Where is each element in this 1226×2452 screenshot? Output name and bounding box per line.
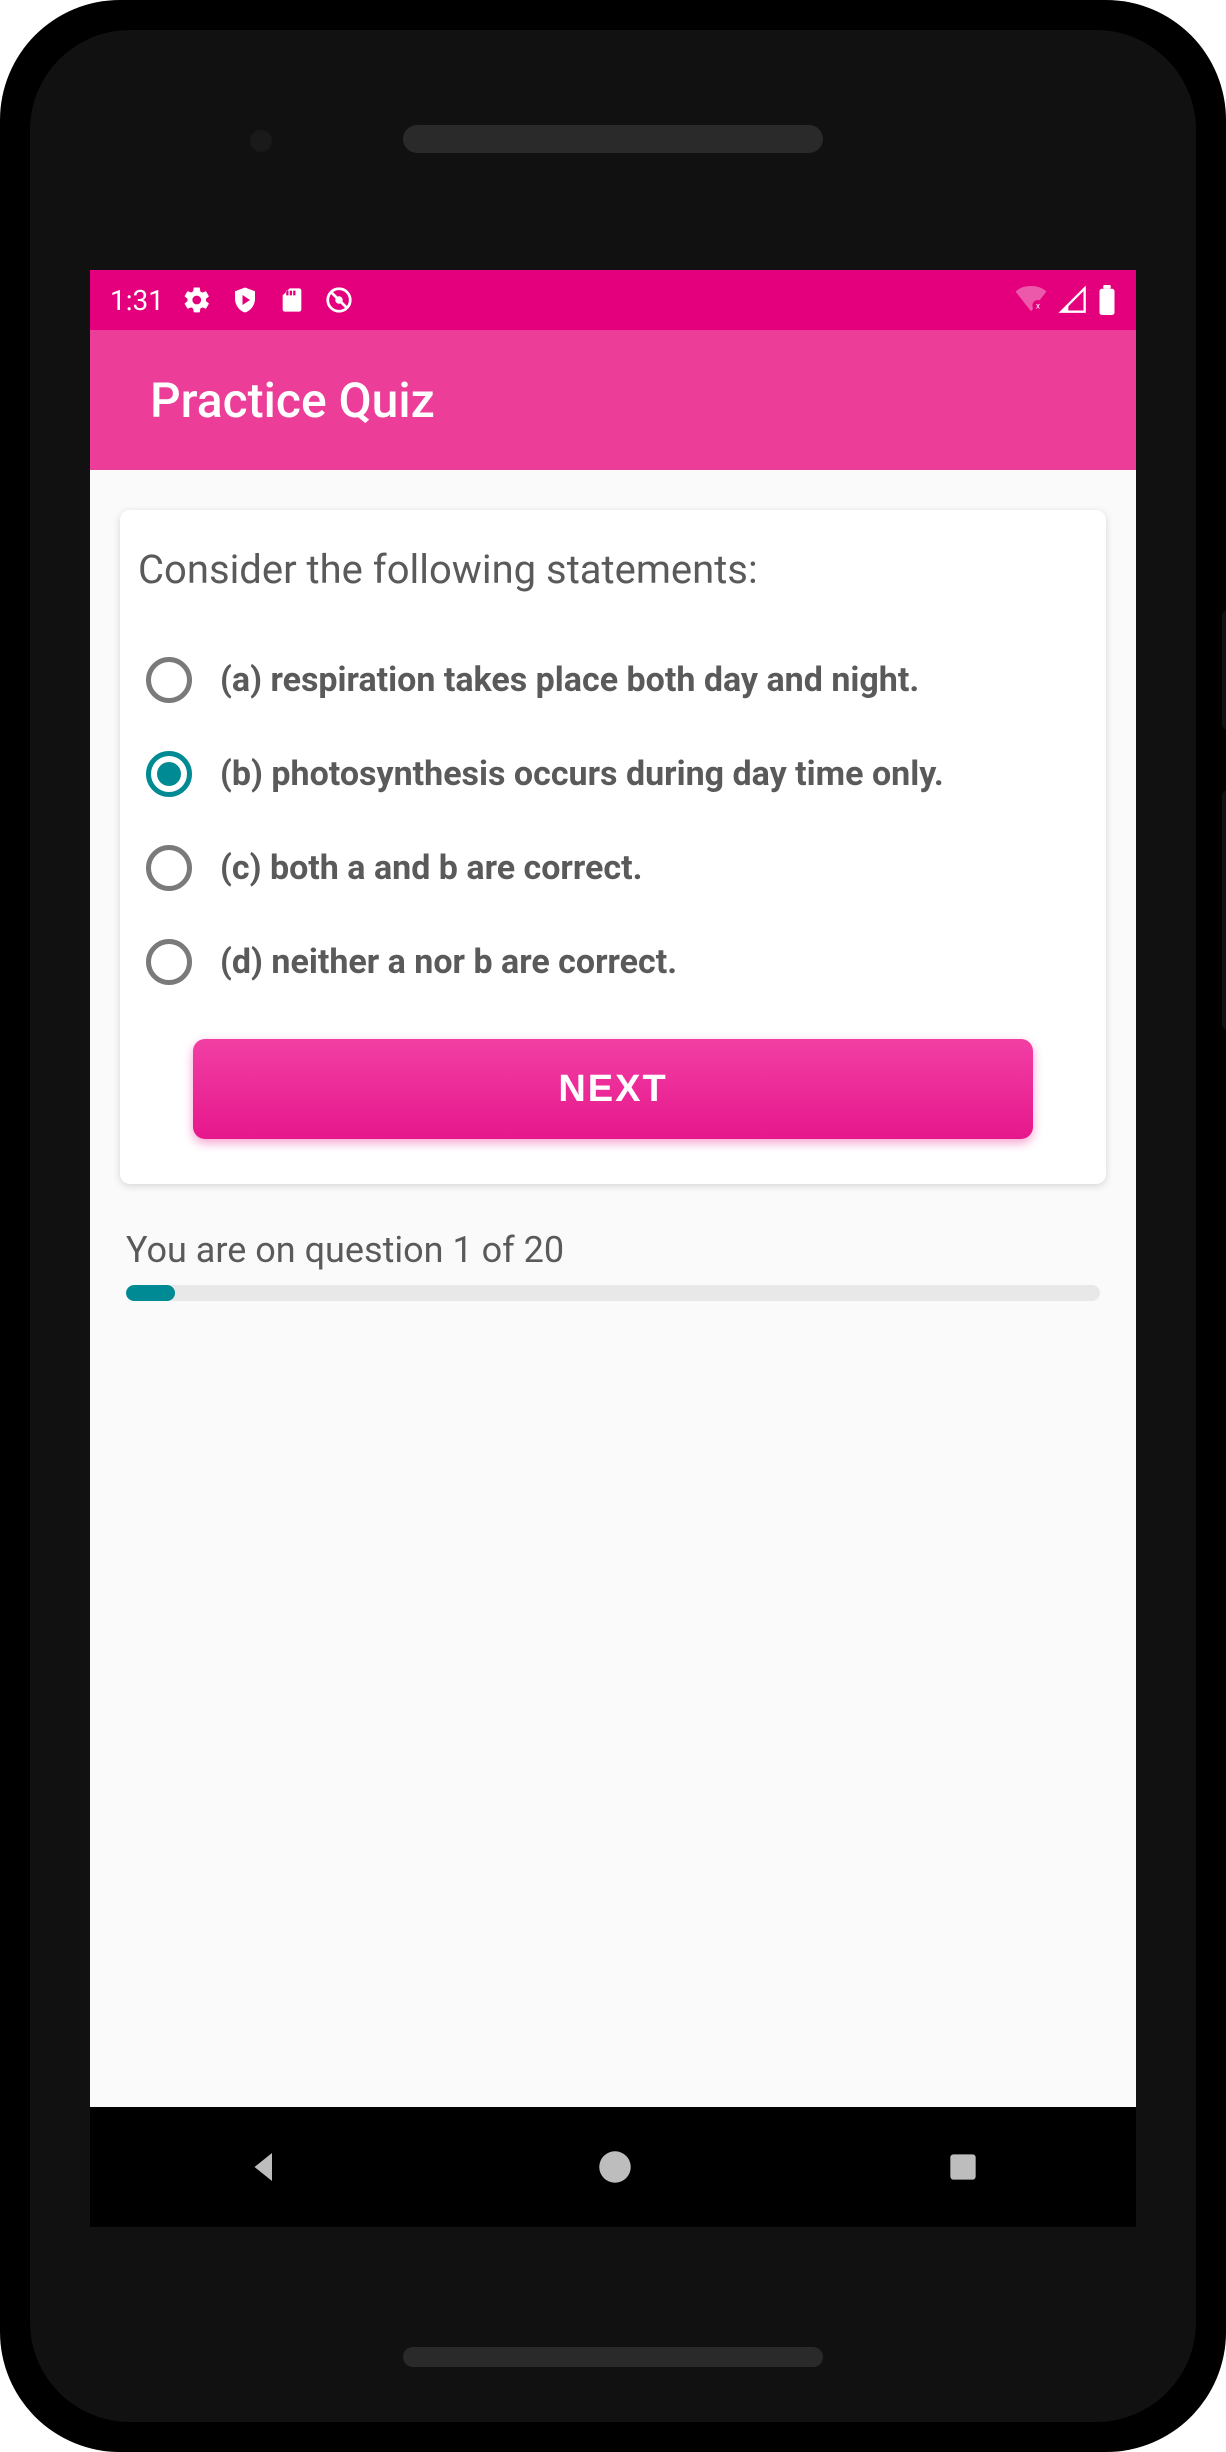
app-title: Practice Quiz bbox=[150, 372, 435, 429]
status-time: 1:31 bbox=[110, 284, 164, 317]
sd-card-icon bbox=[278, 286, 306, 314]
next-button[interactable]: NEXT bbox=[193, 1039, 1033, 1139]
option-label: (a) respiration takes place both day and… bbox=[220, 660, 919, 700]
status-right: x bbox=[1014, 285, 1116, 315]
camera-dot bbox=[250, 130, 272, 152]
progress-fill bbox=[126, 1285, 175, 1301]
option-label: (d) neither a nor b are correct. bbox=[220, 942, 677, 982]
option-a[interactable]: (a) respiration takes place both day and… bbox=[136, 633, 1090, 727]
progress-text: You are on question 1 of 20 bbox=[126, 1229, 1100, 1271]
circle-slash-icon bbox=[324, 285, 354, 315]
speaker-top bbox=[403, 125, 823, 153]
option-c[interactable]: (c) both a and b are correct. bbox=[136, 821, 1090, 915]
option-b[interactable]: (b) photosynthesis occurs during day tim… bbox=[136, 727, 1090, 821]
radio-icon bbox=[146, 845, 192, 891]
screen: 1:31 x bbox=[90, 270, 1136, 2227]
option-d[interactable]: (d) neither a nor b are correct. bbox=[136, 915, 1090, 1009]
side-button-1 bbox=[1222, 610, 1226, 730]
radio-icon bbox=[146, 657, 192, 703]
device-frame: 1:31 x bbox=[0, 0, 1226, 2452]
signal-icon bbox=[1058, 286, 1088, 314]
wifi-off-icon: x bbox=[1014, 286, 1048, 314]
svg-text:x: x bbox=[1036, 301, 1040, 311]
device-inner: 1:31 x bbox=[30, 30, 1196, 2422]
progress-section: You are on question 1 of 20 bbox=[120, 1184, 1106, 1301]
speaker-bottom bbox=[403, 2347, 823, 2367]
status-bar: 1:31 x bbox=[90, 270, 1136, 330]
status-left: 1:31 bbox=[110, 284, 354, 317]
nav-home-button[interactable] bbox=[594, 2146, 636, 2188]
content-area: Consider the following statements: (a) r… bbox=[90, 470, 1136, 1301]
question-card: Consider the following statements: (a) r… bbox=[120, 510, 1106, 1184]
option-label: (b) photosynthesis occurs during day tim… bbox=[220, 754, 944, 794]
option-label: (c) both a and b are correct. bbox=[220, 848, 642, 888]
shield-play-icon bbox=[230, 285, 260, 315]
side-button-2 bbox=[1222, 790, 1226, 1030]
android-nav-bar bbox=[90, 2107, 1136, 2227]
options-group: (a) respiration takes place both day and… bbox=[136, 633, 1090, 1009]
radio-icon bbox=[146, 939, 192, 985]
settings-icon bbox=[182, 285, 212, 315]
nav-recent-button[interactable] bbox=[944, 2148, 982, 2186]
app-bar: Practice Quiz bbox=[90, 330, 1136, 470]
progress-bar bbox=[126, 1285, 1100, 1301]
battery-icon bbox=[1098, 285, 1116, 315]
question-text: Consider the following statements: bbox=[136, 536, 1090, 633]
radio-icon bbox=[146, 751, 192, 797]
nav-back-button[interactable] bbox=[244, 2146, 286, 2188]
